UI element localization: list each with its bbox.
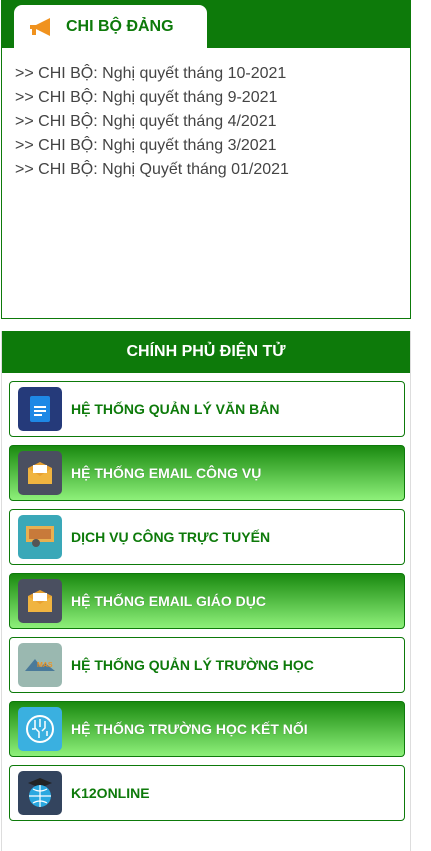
link-k12online[interactable]: K12ONLINE [9, 765, 405, 821]
link-connected-school[interactable]: HỆ THỐNG TRƯỜNG HỌC KẾT NỐI [9, 701, 405, 757]
link-label: HỆ THỐNG QUẢN LÝ VĂN BẢN [71, 401, 280, 417]
document-icon [18, 387, 62, 431]
chi-bo-panel: CHI BỘ ĐẢNG >> CHI BỘ: Nghị quyết tháng … [1, 0, 411, 319]
panel-header: CHI BỘ ĐẢNG [2, 0, 410, 49]
link-label: HỆ THỐNG EMAIL CÔNG VỤ [71, 465, 262, 481]
link-label: HỆ THỐNG TRƯỜNG HỌC KẾT NỐI [71, 721, 308, 737]
svg-text:MAS: MAS [37, 662, 53, 669]
egov-title: CHÍNH PHỦ ĐIỆN TỬ [2, 331, 410, 373]
mas-logo-icon: MAS [18, 643, 62, 687]
globe-graduation-icon [18, 771, 62, 815]
envelope-icon [18, 579, 62, 623]
resolution-link[interactable]: >> CHI BỘ: Nghị quyết tháng 4/2021 [15, 110, 289, 134]
resolution-link[interactable]: >> CHI BỘ: Nghị quyết tháng 3/2021 [15, 134, 289, 158]
panel-tab: CHI BỘ ĐẢNG [14, 5, 207, 49]
link-label: HỆ THỐNG QUẢN LÝ TRƯỜNG HỌC [71, 657, 314, 673]
resolution-link[interactable]: >> CHI BỘ: Nghị quyết tháng 10-2021 [15, 62, 289, 86]
resolution-link[interactable]: >> CHI BỘ: Nghị quyết tháng 9-2021 [15, 86, 289, 110]
megaphone-icon [30, 18, 50, 36]
link-email-giao-duc[interactable]: HỆ THỐNG EMAIL GIÁO DỤC [9, 573, 405, 629]
public-service-icon [18, 515, 62, 559]
panel-title: CHI BỘ ĐẢNG [66, 18, 174, 35]
resolution-link[interactable]: >> CHI BỘ: Nghị Quyết tháng 01/2021 [15, 158, 289, 182]
link-label: DỊCH VỤ CÔNG TRỰC TUYẾN [71, 529, 271, 545]
link-label: HỆ THỐNG EMAIL GIÁO DỤC [71, 593, 266, 609]
egov-panel: CHÍNH PHỦ ĐIỆN TỬ HỆ THỐNG QUẢN LÝ VĂN B… [1, 331, 411, 851]
link-document-management[interactable]: HỆ THỐNG QUẢN LÝ VĂN BẢN [9, 381, 405, 437]
link-public-services[interactable]: DỊCH VỤ CÔNG TRỰC TUYẾN [9, 509, 405, 565]
resolution-list: >> CHI BỘ: Nghị quyết tháng 10-2021 >> C… [15, 62, 289, 182]
link-school-management[interactable]: MAS HỆ THỐNG QUẢN LÝ TRƯỜNG HỌC [9, 637, 405, 693]
link-email-cong-vu[interactable]: HỆ THỐNG EMAIL CÔNG VỤ [9, 445, 405, 501]
link-label: K12ONLINE [71, 785, 150, 801]
envelope-icon [18, 451, 62, 495]
circuit-icon [18, 707, 62, 751]
